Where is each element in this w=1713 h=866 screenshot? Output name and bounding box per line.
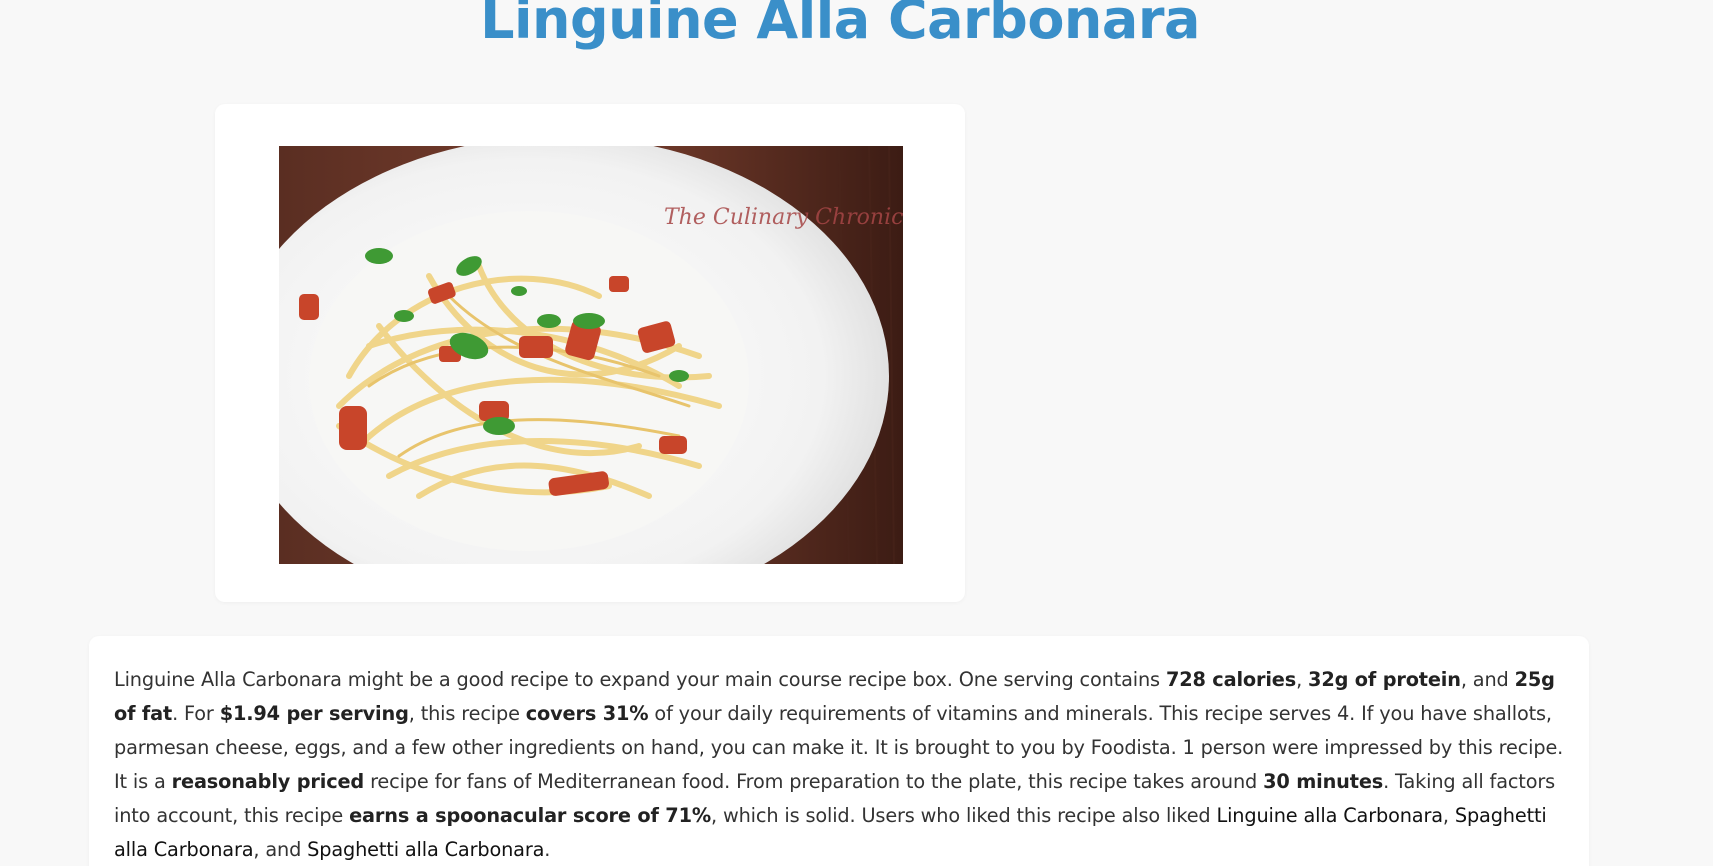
- recipe-image: The Culinary Chronicles: [279, 146, 903, 564]
- recipe-summary: Linguine Alla Carbonara might be a good …: [114, 668, 1564, 861]
- price-rating: reasonably priced: [171, 770, 365, 793]
- similar-recipe-link-linguine[interactable]: Linguine alla Carbonara: [1217, 804, 1444, 827]
- protein-value: 32g of protein: [1308, 668, 1461, 691]
- calories-value: 728 calories: [1165, 668, 1297, 691]
- image-watermark: The Culinary Chronicles: [664, 205, 903, 230]
- similar-recipe-link-spaghetti-2[interactable]: Spaghetti alla Carbonara: [307, 838, 544, 861]
- prep-time-value: 30 minutes: [1263, 770, 1384, 793]
- recipe-title: Linguine Alla Carbonara: [480, 0, 1200, 51]
- recipe-page: Linguine Alla Carbonara The Culinary Chr…: [0, 0, 1713, 866]
- recipe-image-card: The Culinary Chronicles: [215, 104, 965, 602]
- coverage-value: covers 31%: [525, 702, 649, 725]
- recipe-summary-card: Linguine Alla Carbonara might be a good …: [89, 636, 1589, 866]
- spoonacular-score: earns a spoonacular score of 71%: [349, 804, 712, 827]
- price-value: $1.94 per serving: [219, 702, 409, 725]
